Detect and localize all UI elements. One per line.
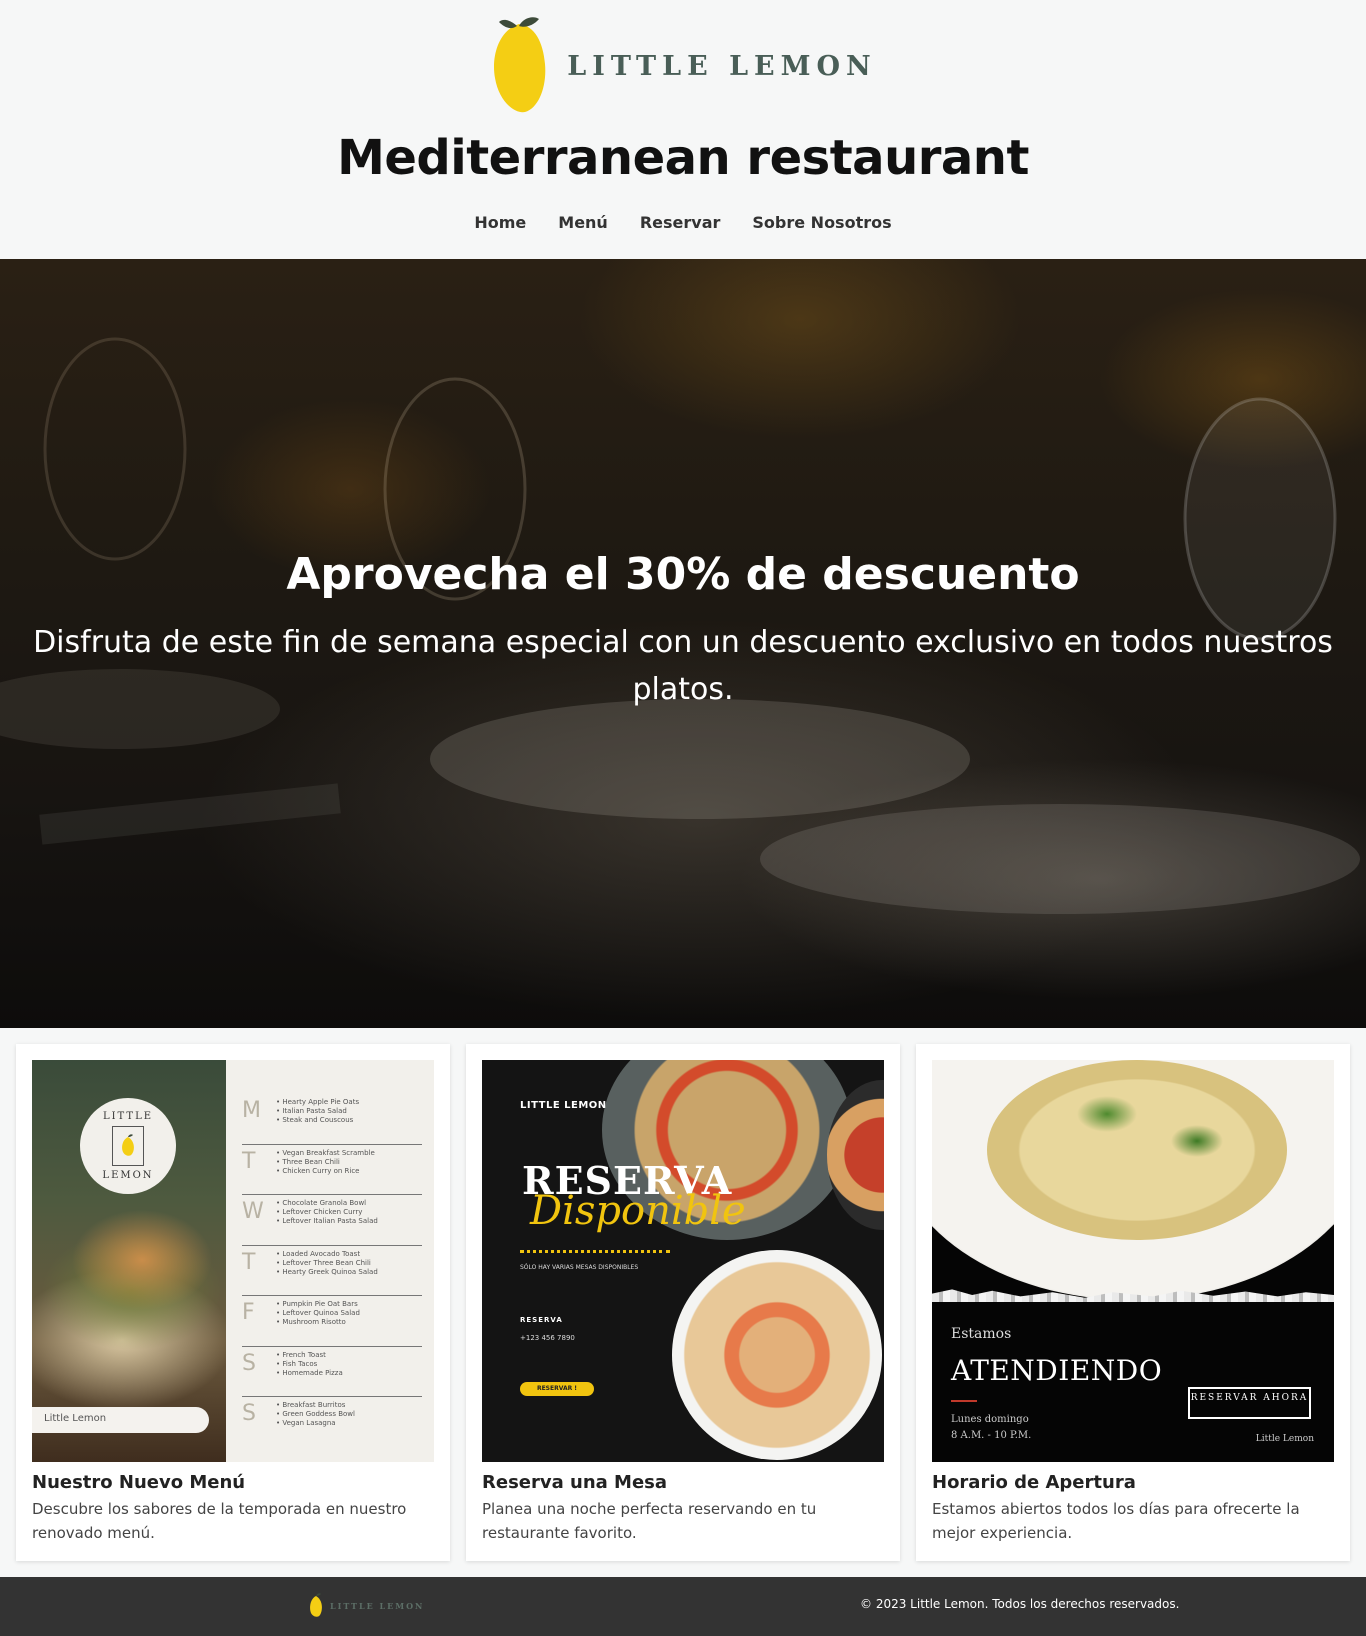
- day-item: • French Toast: [276, 1350, 326, 1359]
- image-button: RESERVAR AHORA: [1188, 1387, 1311, 1419]
- day-item: • Hearty Apple Pie Oats: [276, 1098, 360, 1106]
- day-item: • Leftover Italian Pasta Salad: [276, 1217, 378, 1225]
- menu-logo-badge: LITTLE LEMON: [80, 1098, 176, 1194]
- menu-day-row: W • Chocolate Granola Bowl • Leftover Chic…: [242, 1195, 422, 1246]
- day-item: • Breakfast Burritos: [276, 1401, 346, 1409]
- day-item: • Vegan Lasagna: [276, 1419, 336, 1427]
- badge-top-text: LITTLE: [102, 1111, 154, 1122]
- lemon-icon: [112, 1126, 144, 1166]
- day-letter: T: [242, 1249, 256, 1275]
- page-title: Mediterranean restaurant: [337, 130, 1029, 186]
- lemon-icon: [494, 17, 546, 113]
- site-footer: LITTLE LEMON © 2023 Little Lemon. Todos …: [0, 1577, 1366, 1636]
- day-letter: S: [242, 1350, 256, 1376]
- nav-menu[interactable]: Menú: [558, 213, 608, 232]
- day-item: • Loaded Avocado Toast: [276, 1249, 361, 1258]
- day-letter: W: [242, 1199, 264, 1224]
- hero-subtitle: Disfruta de este fin de semana especial …: [33, 625, 1333, 707]
- seafood-plate: [672, 1250, 882, 1460]
- main-nav: Home Menú Reservar Sobre Nosotros: [0, 213, 1366, 232]
- day-item: • Steak and Couscous: [276, 1116, 354, 1124]
- image-brand: LITTLE LEMON: [520, 1100, 607, 1111]
- nav-reservar[interactable]: Reservar: [640, 213, 721, 232]
- reserva-card-image: LITTLE LEMON RESERVA Disponible SÓLO HAY…: [482, 1060, 884, 1462]
- image-time: 8 A.M. - 10 P.M.: [951, 1430, 1032, 1441]
- day-items: • Hearty Apple Pie Oats • Italian Pasta S…: [276, 1098, 359, 1125]
- day-item: • Chicken Curry on Rice: [276, 1166, 360, 1175]
- day-item: • Leftover Quinoa Salad: [276, 1309, 360, 1317]
- image-script: Disponible: [530, 1188, 746, 1234]
- card-title: Horario de Apertura: [932, 1472, 1136, 1493]
- card-title: Nuestro Nuevo Menú: [32, 1472, 246, 1493]
- day-letter: M: [242, 1098, 261, 1123]
- footer-logo-text: LITTLE LEMON: [330, 1601, 425, 1611]
- day-items: • Loaded Avocado Toast • Leftover Three B…: [276, 1250, 378, 1277]
- day-items: • French Toast • Fish Tacos • Homemade Piz…: [276, 1351, 343, 1378]
- card-description: Planea una noche perfecta reservando en …: [482, 1500, 817, 1542]
- pasta: [987, 1060, 1287, 1240]
- image-heading: ATENDIENDO: [951, 1354, 1163, 1387]
- day-item: • Mushroom Risotto: [276, 1318, 346, 1326]
- image-hours: Lunes domingo 8 A.M. - 10 P.M.: [951, 1412, 1031, 1444]
- feature-cards: LITTLE LEMON Little Lemon M • Hearty Appl…: [16, 1044, 1350, 1561]
- footer-logo[interactable]: LITTLE LEMON: [308, 1593, 424, 1619]
- day-item: • Vegan Breakfast Scramble: [276, 1148, 375, 1157]
- image-label: RESERVA: [520, 1316, 563, 1324]
- day-item: • Green Goddess Bowl: [276, 1410, 355, 1418]
- day-items: • Vegan Breakfast Scramble • Three Bean C…: [276, 1149, 375, 1176]
- site-logo[interactable]: LITTLE LEMON: [0, 16, 1366, 116]
- image-days: Lunes domingo: [951, 1414, 1029, 1425]
- day-item: • Pumpkin Pie Oat Bars: [276, 1300, 358, 1308]
- weekly-menu: M • Hearty Apple Pie Oats • Italian Pasta …: [242, 1094, 422, 1448]
- menu-day-row: M • Hearty Apple Pie Oats • Italian Pasta …: [242, 1094, 422, 1145]
- menu-pill: Little Lemon: [32, 1407, 209, 1433]
- menu-day-row: T • Loaded Avocado Toast • Leftover Three …: [242, 1246, 422, 1296]
- menu-day-row: F • Pumpkin Pie Oat Bars • Leftover Quinoa…: [242, 1296, 422, 1347]
- day-item: • Chocolate Granola Bowl: [276, 1199, 367, 1207]
- copyright: © 2023 Little Lemon. Todos los derechos …: [860, 1597, 1180, 1611]
- card-description: Estamos abiertos todos los días para ofr…: [932, 1500, 1300, 1542]
- day-item: • Italian Pasta Salad: [276, 1107, 347, 1115]
- day-item: • Fish Tacos: [276, 1359, 318, 1368]
- day-letter: S: [242, 1401, 256, 1426]
- logo-text: LITTLE LEMON: [567, 50, 877, 82]
- nav-sobre-nosotros[interactable]: Sobre Nosotros: [752, 213, 891, 232]
- day-item: • Hearty Greek Quinoa Salad: [276, 1267, 378, 1276]
- hero-banner: Aprovecha el 30% de descuento Disfruta d…: [0, 259, 1366, 1028]
- card-horario[interactable]: Estamos ATENDIENDO Lunes domingo 8 A.M. …: [916, 1044, 1350, 1561]
- horario-card-image: Estamos ATENDIENDO Lunes domingo 8 A.M. …: [932, 1060, 1334, 1462]
- card-menu[interactable]: LITTLE LEMON Little Lemon M • Hearty Appl…: [16, 1044, 450, 1561]
- nav-home[interactable]: Home: [474, 213, 526, 232]
- day-letter: F: [242, 1300, 255, 1325]
- day-letter: T: [242, 1148, 256, 1174]
- card-description: Descubre los sabores de la temporada en …: [32, 1500, 407, 1542]
- image-small-text: SÓLO HAY VARIAS MESAS DISPONIBLES: [520, 1264, 639, 1271]
- day-item: • Leftover Three Bean Chili: [276, 1258, 371, 1267]
- divider: [520, 1250, 670, 1253]
- day-item: • Leftover Chicken Curry: [276, 1208, 363, 1216]
- day-items: • Pumpkin Pie Oat Bars • Leftover Quinoa …: [276, 1300, 360, 1327]
- menu-day-row: S • Breakfast Burritos • Green Goddess Bow…: [242, 1397, 422, 1448]
- day-items: • Chocolate Granola Bowl • Leftover Chick…: [276, 1199, 378, 1226]
- menu-day-row: T • Vegan Breakfast Scramble • Three Bean …: [242, 1145, 422, 1195]
- card-reserva[interactable]: LITTLE LEMON RESERVA Disponible SÓLO HAY…: [466, 1044, 900, 1561]
- day-item: • Homemade Pizza: [276, 1368, 343, 1377]
- accent-line: [951, 1400, 977, 1402]
- hero-title: Aprovecha el 30% de descuento: [286, 549, 1080, 600]
- image-button: RESERVAR !: [520, 1382, 594, 1396]
- site-header: LITTLE LEMON Mediterranean restaurant Ho…: [0, 0, 1366, 259]
- menu-day-row: S • French Toast • Fish Tacos • Homemade Pi…: [242, 1347, 422, 1397]
- image-phone: +123 456 7890: [520, 1334, 575, 1342]
- lemon-icon: [310, 1593, 322, 1617]
- card-title: Reserva una Mesa: [482, 1472, 668, 1493]
- image-brand: Little Lemon: [1255, 1434, 1314, 1444]
- day-items: • Breakfast Burritos • Green Goddess Bowl…: [276, 1401, 355, 1428]
- image-estamos: Estamos: [951, 1326, 1012, 1342]
- menu-card-image: LITTLE LEMON Little Lemon M • Hearty Appl…: [32, 1060, 434, 1462]
- day-item: • Three Bean Chili: [276, 1157, 340, 1166]
- badge-bottom-text: LEMON: [102, 1170, 154, 1181]
